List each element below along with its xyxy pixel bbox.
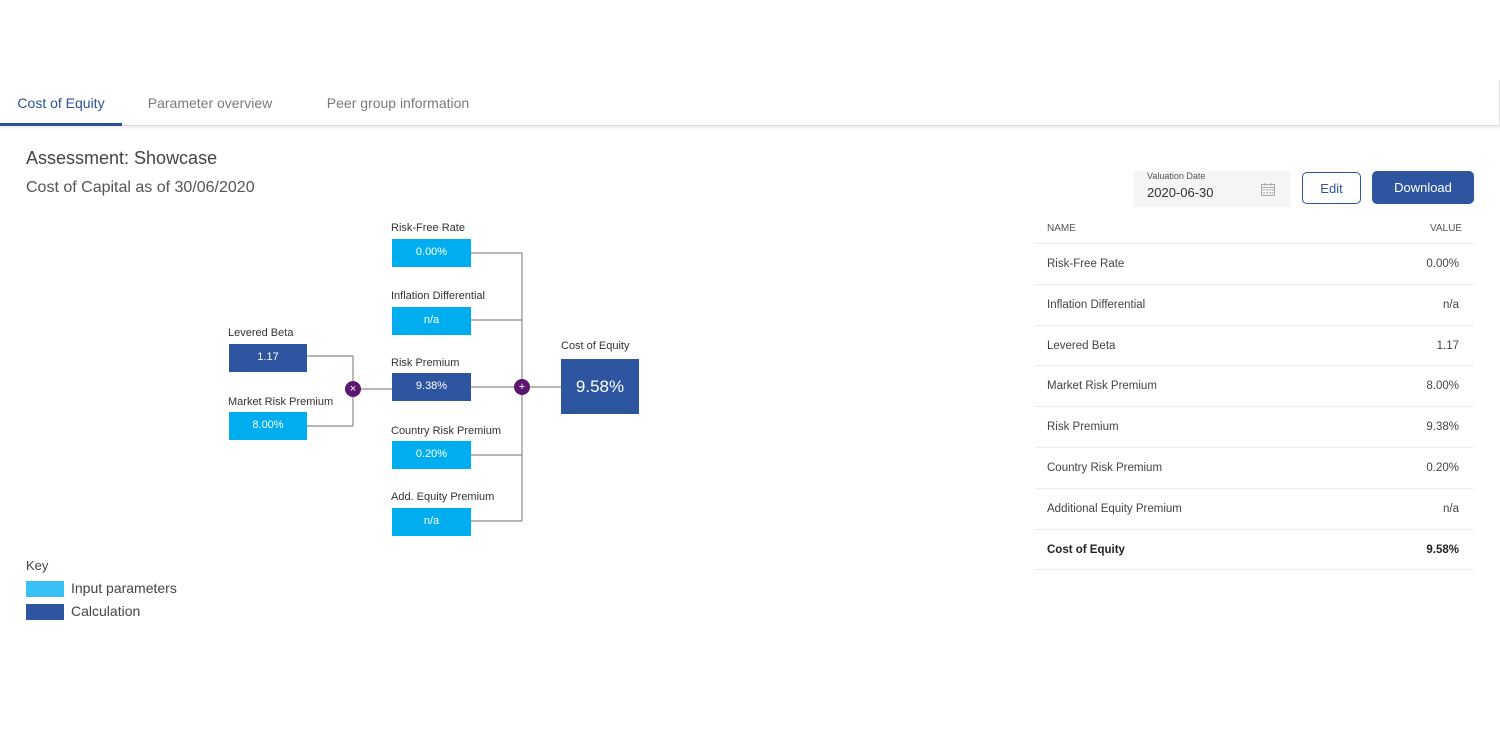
- row-value: 0.20%: [1426, 461, 1459, 474]
- plus-icon: +: [514, 379, 530, 395]
- risk-premium-box: 9.38%: [392, 373, 471, 401]
- row-name: Additional Equity Premium: [1047, 502, 1182, 515]
- parameter-table: NAME VALUE Risk-Free Rate 0.00% Inflatio…: [1035, 214, 1474, 571]
- valuation-date-label: Valuation Date: [1147, 171, 1206, 181]
- edit-button[interactable]: Edit: [1302, 172, 1361, 204]
- levered-beta-box: 1.17: [229, 344, 307, 372]
- add-equity-premium-box: n/a: [392, 508, 471, 536]
- inflation-differential-label: Inflation Differential: [391, 290, 485, 302]
- column-header-name: NAME: [1047, 223, 1076, 234]
- row-value: 9.58%: [1426, 543, 1459, 556]
- row-name: Inflation Differential: [1047, 298, 1146, 311]
- key-label-input: Input parameters: [71, 580, 177, 596]
- calendar-icon[interactable]: [1261, 183, 1275, 201]
- valuation-date-field[interactable]: Valuation Date 2020-06-30: [1134, 171, 1290, 207]
- row-value: 9.38%: [1426, 421, 1459, 434]
- row-value: n/a: [1443, 298, 1459, 311]
- cost-of-equity-box: 9.58%: [561, 359, 639, 414]
- key-label-calculation: Calculation: [71, 603, 141, 619]
- row-name: Risk Premium: [1047, 421, 1119, 434]
- table-row: Inflation Differential n/a: [1035, 285, 1474, 326]
- market-risk-premium-box: 8.00%: [229, 412, 307, 440]
- table-row: Market Risk Premium 8.00%: [1035, 366, 1474, 408]
- country-risk-premium-label: Country Risk Premium: [391, 425, 502, 437]
- risk-free-rate-label: Risk-Free Rate: [391, 222, 465, 234]
- country-risk-premium-box: 0.20%: [392, 441, 471, 469]
- table-header: NAME VALUE: [1035, 214, 1474, 244]
- key-title: Key: [26, 558, 49, 573]
- row-value: 8.00%: [1426, 380, 1459, 393]
- calculation-swatch: [26, 604, 64, 620]
- row-value: n/a: [1443, 502, 1459, 515]
- table-row: Risk Premium 9.38%: [1035, 407, 1474, 448]
- table-row: Risk-Free Rate 0.00%: [1035, 244, 1474, 285]
- inflation-differential-box: n/a: [392, 307, 471, 335]
- valuation-date-value[interactable]: 2020-06-30: [1147, 185, 1214, 200]
- risk-free-rate-box: 0.00%: [392, 239, 471, 267]
- table-row: Country Risk Premium 0.20%: [1035, 448, 1474, 489]
- row-name: Risk-Free Rate: [1047, 258, 1125, 270]
- row-name: Market Risk Premium: [1047, 380, 1157, 393]
- market-risk-premium-label: Market Risk Premium: [228, 396, 334, 408]
- levered-beta-label: Levered Beta: [228, 327, 294, 339]
- risk-premium-label: Risk Premium: [391, 357, 460, 369]
- cost-of-equity-label: Cost of Equity: [561, 340, 630, 352]
- row-name: Cost of Equity: [1047, 543, 1125, 556]
- row-value: 0.00%: [1426, 258, 1459, 270]
- table-row-total: Cost of Equity 9.58%: [1035, 530, 1474, 571]
- row-name: Country Risk Premium: [1047, 461, 1163, 474]
- table-row: Levered Beta 1.17: [1035, 326, 1474, 367]
- input-swatch: [26, 581, 64, 597]
- row-name: Levered Beta: [1047, 339, 1116, 352]
- multiply-icon: ×: [345, 381, 361, 397]
- add-equity-premium-label: Add. Equity Premium: [391, 491, 495, 503]
- row-value: 1.17: [1436, 339, 1459, 352]
- download-button[interactable]: Download: [1372, 171, 1474, 204]
- table-row: Additional Equity Premium n/a: [1035, 489, 1474, 530]
- column-header-value: VALUE: [1429, 223, 1462, 234]
